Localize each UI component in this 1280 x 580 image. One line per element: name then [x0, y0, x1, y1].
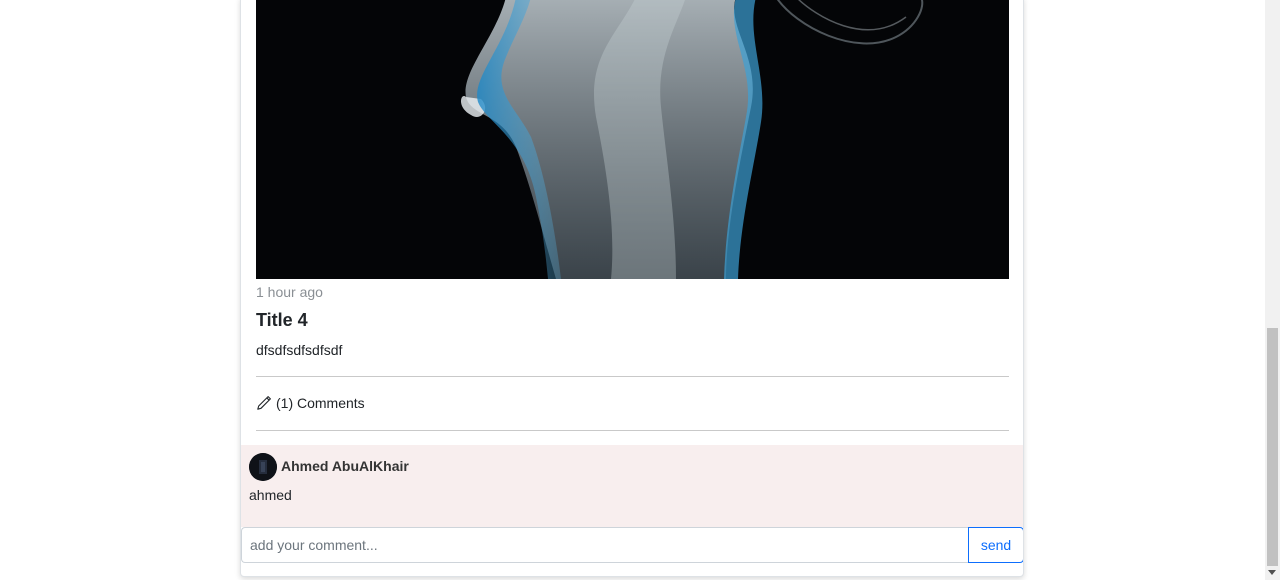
comment-item: Ahmed AbuAlKhair ahmed: [241, 445, 1023, 527]
scrollbar[interactable]: [1265, 0, 1280, 580]
post-body: dfsdfsdfsdfsdf: [256, 342, 343, 358]
comment-author[interactable]: Ahmed AbuAlKhair: [281, 458, 409, 474]
post-timestamp: 1 hour ago: [256, 284, 323, 300]
smoke-image: [256, 0, 1009, 279]
post-image: [256, 0, 1009, 279]
comment-form: send: [241, 527, 1023, 563]
post-card: 1 hour ago Title 4 dfsdfsdfsdfsdf (1) Co…: [240, 0, 1024, 577]
comments-toggle[interactable]: (1) Comments: [256, 395, 365, 411]
comment-text: ahmed: [249, 487, 292, 503]
send-button[interactable]: send: [968, 527, 1023, 563]
divider: [256, 430, 1009, 431]
divider: [256, 376, 1009, 377]
avatar[interactable]: [249, 453, 277, 481]
post-title: Title 4: [256, 310, 308, 330]
pencil-icon: [257, 396, 271, 410]
scrollbar-thumb[interactable]: [1267, 328, 1278, 566]
comment-input[interactable]: [241, 527, 969, 563]
scroll-down-arrow-icon[interactable]: [1268, 570, 1276, 575]
comments-count-label: (1) Comments: [276, 395, 365, 411]
